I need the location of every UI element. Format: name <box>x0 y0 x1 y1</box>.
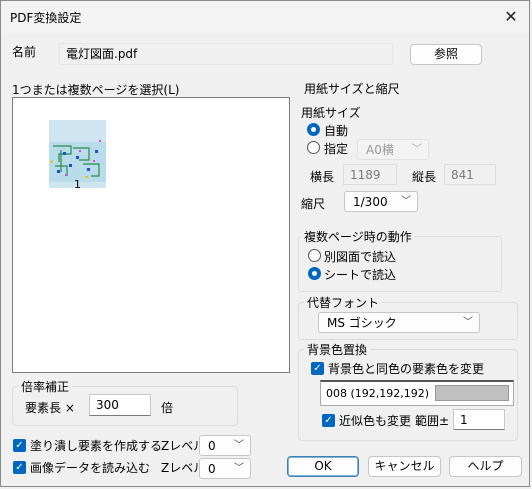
paper-size-group-label: 用紙サイズと縮尺 <box>301 80 403 97</box>
name-field: 電灯図面.pdf <box>59 43 393 65</box>
bgcolor-group-label: 背景色置換 <box>304 341 371 358</box>
name-label: 名前 <box>12 45 37 59</box>
multipage-separate-radio[interactable] <box>308 249 321 262</box>
chevron-down-icon: ﹀ <box>234 440 244 451</box>
scale-select[interactable]: 1/300 ﹀ <box>344 191 418 212</box>
magnification-group-label: 倍率補正 <box>18 378 73 395</box>
z-level-image-select[interactable]: 0 ﹀ <box>199 458 251 479</box>
z-level-fill-select[interactable]: 0 ﹀ <box>199 435 251 456</box>
width-field: 1189 <box>343 164 397 185</box>
height-label: 縦長 <box>412 170 437 184</box>
element-length-label: 要素長 × <box>25 401 75 415</box>
paper-specify-radio[interactable] <box>307 141 320 154</box>
chevron-down-icon: ﹀ <box>463 317 473 328</box>
range-input[interactable]: 1 <box>453 409 505 430</box>
paper-specify-label: 指定 <box>324 142 349 156</box>
color-swatch <box>435 385 509 401</box>
font-select[interactable]: MS ゴシック ﹀ <box>318 312 480 333</box>
chevron-down-icon: ﹀ <box>234 463 244 474</box>
close-icon[interactable]: ✕ <box>499 5 523 29</box>
image-data-checkbox[interactable]: ✓ <box>13 461 26 474</box>
z-level-image-value: 0 <box>208 462 216 476</box>
bgcolor-checkbox[interactable]: ✓ <box>311 362 324 375</box>
magnification-unit: 倍 <box>161 401 174 415</box>
font-group-label: 代替フォント <box>304 294 383 311</box>
color-picker[interactable]: 008 (192,192,192) <box>320 380 514 406</box>
paper-preset-value: A0横 <box>366 143 394 157</box>
pdf-convert-dialog: PDF変換設定 ✕ 名前 電灯図面.pdf 参照 1つまたは複数ページを選択(L… <box>0 0 530 487</box>
paper-auto-label: 自動 <box>324 124 349 138</box>
chevron-down-icon: ﹀ <box>401 196 411 207</box>
color-value: 008 (192,192,192) <box>326 387 430 400</box>
multipage-separate-label: 別図面で読込 <box>324 250 397 264</box>
multipage-group-label: 複数ページ時の動作 <box>301 228 415 245</box>
similar-color-label: 近似色も変更 <box>339 414 412 428</box>
z-level-fill-value: 0 <box>208 439 216 453</box>
paper-auto-radio[interactable] <box>307 123 320 136</box>
title-bar: PDF変換設定 ✕ <box>1 1 529 33</box>
fill-elements-checkbox[interactable]: ✓ <box>13 439 26 452</box>
multipage-sheet-label: シートで読込 <box>324 268 397 282</box>
width-label: 横長 <box>310 170 335 184</box>
multipage-sheet-radio[interactable] <box>308 267 321 280</box>
paper-size-label: 用紙サイズ <box>301 106 361 120</box>
fill-elements-label: 塗り潰し要素を作成する <box>30 439 163 453</box>
scale-label: 縮尺 <box>301 197 326 211</box>
ok-button[interactable]: OK <box>287 456 359 477</box>
font-value: MS ゴシック <box>327 316 397 330</box>
paper-preset-select[interactable]: A0横 ﹀ <box>357 139 429 160</box>
chevron-down-icon: ﹀ <box>412 144 422 155</box>
page-list-label: 1つまたは複数ページを選択(L) <box>12 83 180 97</box>
image-data-label: 画像データを読み込む <box>30 461 151 475</box>
range-label: 範囲± <box>415 414 450 428</box>
scale-value: 1/300 <box>353 195 388 209</box>
cancel-button[interactable]: キャンセル <box>368 456 441 477</box>
page-number: 1 <box>74 178 81 191</box>
browse-button[interactable]: 参照 <box>410 44 482 65</box>
similar-color-checkbox[interactable]: ✓ <box>322 414 335 427</box>
height-field: 841 <box>444 164 496 185</box>
window-title: PDF変換設定 <box>10 11 82 25</box>
bgcolor-check-label: 背景色と同色の要素色を変更 <box>328 362 485 376</box>
page-listbox[interactable]: 1 <box>12 97 290 373</box>
magnification-input[interactable]: 300 <box>89 394 151 416</box>
help-button[interactable]: ヘルプ <box>449 456 522 477</box>
